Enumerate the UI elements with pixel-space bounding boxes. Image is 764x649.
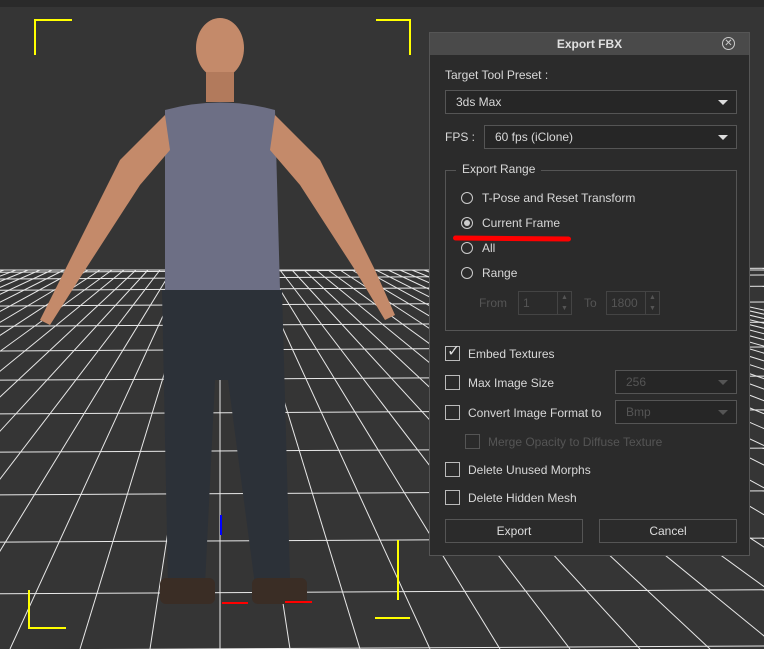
max-image-size-value: 256 xyxy=(626,375,647,389)
fps-value: 60 fps (iClone) xyxy=(495,130,574,144)
dialog-title: Export FBX xyxy=(556,37,623,51)
delete-morphs-label[interactable]: Delete Unused Morphs xyxy=(468,463,591,477)
from-spinner[interactable]: ▲ ▼ xyxy=(557,292,571,314)
embed-textures-label[interactable]: Embed Textures xyxy=(468,347,555,361)
convert-format-select[interactable]: Bmp xyxy=(615,400,737,424)
radio-range[interactable] xyxy=(461,267,473,279)
target-preset-select[interactable]: 3ds Max xyxy=(445,90,737,114)
radio-range-label[interactable]: Range xyxy=(482,266,517,280)
grid-line xyxy=(0,269,137,398)
grid-line xyxy=(0,269,77,312)
chevron-down-icon xyxy=(718,380,728,385)
character xyxy=(40,18,395,604)
to-input[interactable]: 1800 ▲ ▼ xyxy=(606,291,660,315)
grid-line xyxy=(0,269,161,480)
chevron-down-icon xyxy=(718,410,728,415)
from-input[interactable]: 1 ▲ ▼ xyxy=(518,291,572,315)
merge-opacity-checkbox[interactable] xyxy=(465,434,480,449)
dialog-title-bar[interactable]: Export FBX xyxy=(430,33,749,55)
convert-format-value: Bmp xyxy=(626,405,651,419)
delete-morphs-checkbox[interactable] xyxy=(445,462,460,477)
fps-select[interactable]: 60 fps (iClone) xyxy=(484,125,737,149)
export-button[interactable]: Export xyxy=(445,519,583,543)
cancel-button[interactable]: Cancel xyxy=(599,519,737,543)
convert-format-checkbox[interactable] xyxy=(445,405,460,420)
target-preset-value: 3ds Max xyxy=(456,95,502,109)
merge-opacity-label: Merge Opacity to Diffuse Texture xyxy=(488,435,663,449)
grid-line xyxy=(0,269,53,295)
export-fbx-dialog: Export FBX ✕ Target Tool Preset : 3ds Ma… xyxy=(429,32,750,556)
to-label: To xyxy=(584,296,597,310)
max-image-size-checkbox[interactable] xyxy=(445,375,460,390)
to-value: 1800 xyxy=(611,296,638,310)
radio-current-frame[interactable] xyxy=(461,217,473,229)
checkmark-icon: ✓ xyxy=(447,343,461,360)
fps-label: FPS : xyxy=(445,130,476,144)
radio-current-frame-label[interactable]: Current Frame xyxy=(482,216,560,230)
grid-line xyxy=(0,269,125,372)
grid-line xyxy=(0,269,173,552)
from-label: From xyxy=(479,296,507,310)
delete-hidden-label[interactable]: Delete Hidden Mesh xyxy=(468,491,577,505)
from-value: 1 xyxy=(523,296,530,310)
radio-all[interactable] xyxy=(461,242,473,254)
convert-format-label[interactable]: Convert Image Format to xyxy=(468,406,601,420)
close-icon[interactable]: ✕ xyxy=(722,37,735,50)
grid-line xyxy=(0,269,29,282)
max-image-size-select[interactable]: 256 xyxy=(615,370,737,394)
max-image-size-label[interactable]: Max Image Size xyxy=(468,376,554,390)
embed-textures-checkbox[interactable]: ✓ xyxy=(445,343,460,361)
delete-hidden-checkbox[interactable] xyxy=(445,490,460,505)
target-preset-label: Target Tool Preset : xyxy=(445,68,549,82)
radio-tpose-label[interactable]: T-Pose and Reset Transform xyxy=(482,191,635,205)
chevron-down-icon xyxy=(718,135,728,140)
export-range-legend: Export Range xyxy=(456,162,542,176)
grid-line xyxy=(0,269,5,272)
radio-all-label[interactable]: All xyxy=(482,241,495,255)
red-annotation-underline xyxy=(452,235,572,242)
grid-line xyxy=(0,269,149,432)
chevron-down-icon xyxy=(718,100,728,105)
radio-tpose[interactable] xyxy=(461,192,473,204)
to-spinner[interactable]: ▲ ▼ xyxy=(645,292,659,314)
